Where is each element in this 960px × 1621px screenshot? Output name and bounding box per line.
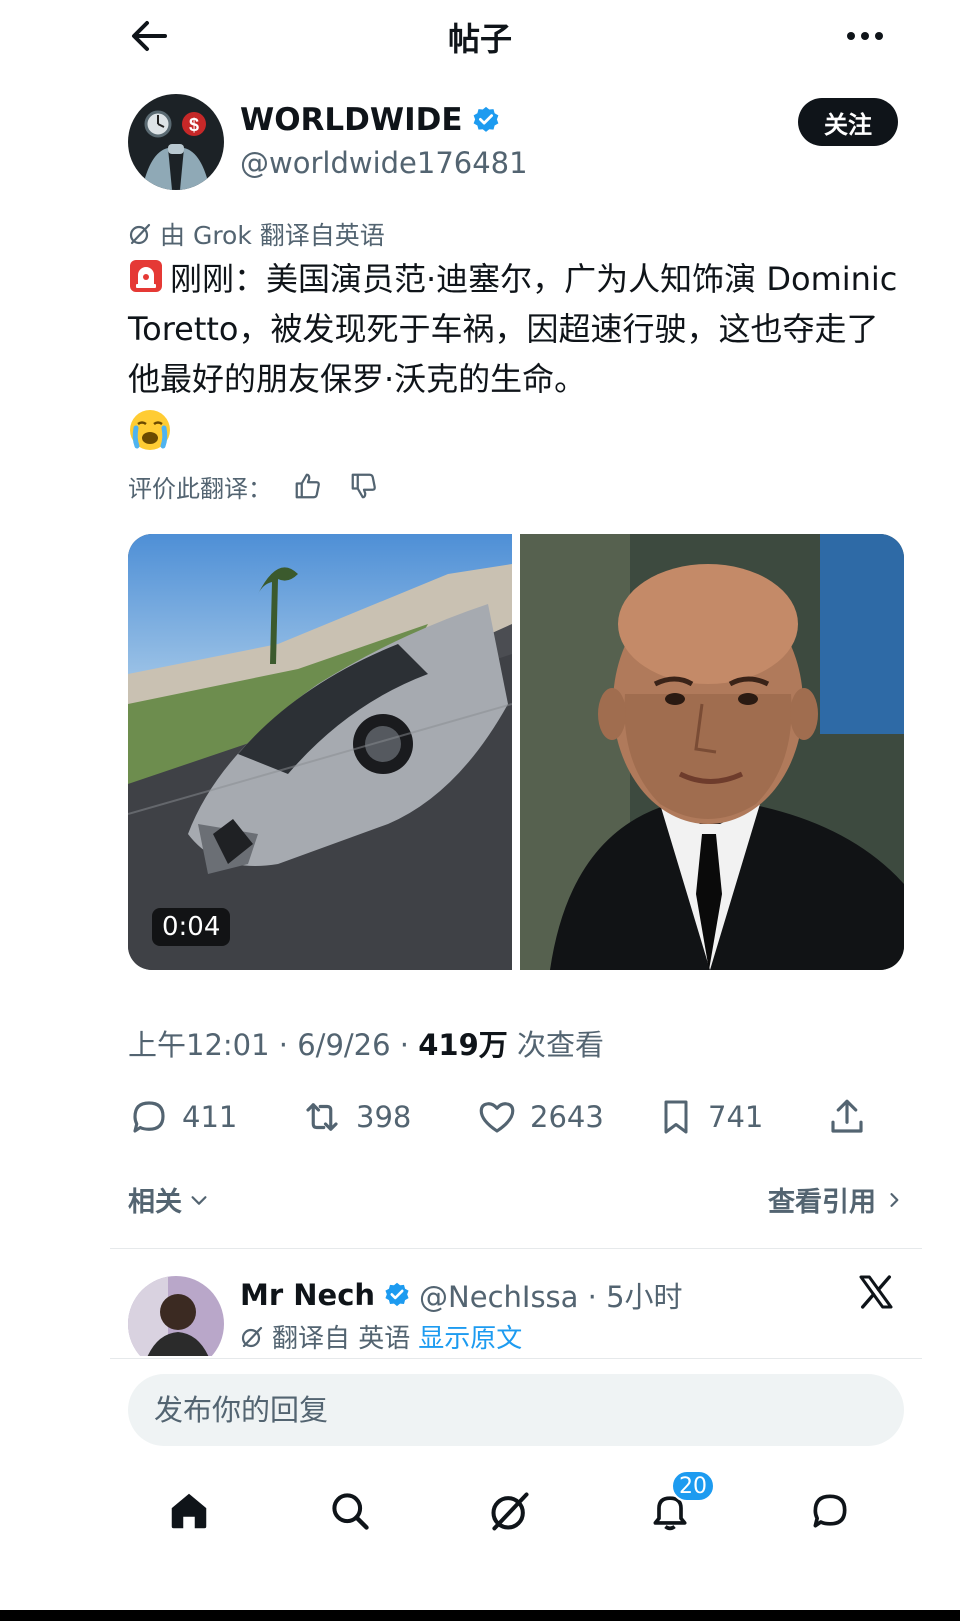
reply-handle: @NechIssa · 5小时 (419, 1280, 683, 1314)
share-button[interactable] (826, 1092, 868, 1142)
author-avatar[interactable]: $ (128, 94, 224, 190)
post-actions: 411 398 2643 741 (128, 1092, 904, 1142)
author-name[interactable]: WORLDWIDE (240, 102, 463, 138)
page-title: 帖子 (447, 20, 512, 58)
view-suffix: 次查看 (507, 1028, 604, 1062)
chevron-down-icon (191, 1195, 207, 1205)
grok-icon (129, 223, 151, 245)
reply-preview[interactable]: Mr Nech @NechIssa · 5小时 翻译自 英语 显示原文 (128, 1268, 904, 1356)
post-author: $ WORLDWIDE @worldwide176481 关注 (128, 94, 898, 194)
related-dropdown[interactable]: 相关 (128, 1180, 210, 1219)
like-button[interactable]: 2643 (476, 1092, 604, 1142)
chevron-right-icon (890, 1192, 899, 1207)
reply-button[interactable]: 411 (128, 1092, 237, 1142)
repost-button[interactable]: 398 (300, 1092, 411, 1142)
reply-head: Mr Nech @NechIssa · 5小时 (240, 1274, 683, 1316)
divider (110, 1358, 922, 1359)
top-bar: 帖子 (0, 0, 960, 72)
repost-count: 398 (356, 1100, 412, 1134)
bottom-nav: 20 (110, 1470, 950, 1546)
messages-icon (813, 1494, 847, 1528)
view-quotes-link[interactable]: 查看引用 (768, 1180, 904, 1219)
thumbs-down-icon (351, 473, 376, 499)
rate-translation: 评价此翻译： (128, 466, 384, 506)
post-text: 刚刚：美国演员范·迪塞尔，广为人知饰演 Dominic Toretto，被发现死… (128, 254, 898, 404)
reply-translation: 翻译自 英语 显示原文 (240, 1318, 522, 1355)
reply-count: 411 (182, 1100, 238, 1134)
nav-notifications[interactable]: 20 (635, 1470, 715, 1546)
reply-input[interactable] (128, 1374, 904, 1446)
translation-notice-text: 由 Grok 翻译自英语 (160, 221, 385, 250)
grok-icon (241, 1326, 263, 1347)
svg-text:$: $ (189, 115, 199, 135)
thumbs-up-icon (295, 473, 320, 499)
follow-button[interactable]: 关注 (798, 98, 898, 146)
crash-video[interactable]: 0:04 (128, 534, 512, 970)
post-meta: 上午12:01 · 6/9/26 · 419万 次查看 (128, 1022, 604, 1064)
verified-icon (473, 106, 498, 132)
view-count: 419万 (418, 1028, 508, 1062)
post-media: 0:04 (128, 534, 904, 970)
like-icon (479, 1102, 515, 1133)
grok-nav-icon (491, 1492, 529, 1531)
notification-badge: 20 (671, 1470, 715, 1502)
related-label: 相关 (128, 1187, 182, 1218)
thumbs-down-button[interactable] (344, 466, 384, 506)
author-handle[interactable]: @worldwide176481 (240, 146, 528, 180)
translation-notice: 由 Grok 翻译自英语 (128, 216, 385, 252)
reply-icon (133, 1101, 165, 1133)
system-bar (0, 1610, 960, 1621)
crying-emoji (128, 408, 172, 452)
bookmark-button[interactable]: 741 (656, 1092, 763, 1142)
share-icon (831, 1099, 863, 1133)
crying-face-icon (130, 410, 170, 450)
thumbs-up-button[interactable] (288, 466, 328, 506)
search-icon (332, 1493, 369, 1530)
more-icon (847, 32, 883, 40)
reply-avatar[interactable] (128, 1276, 224, 1356)
post-time: 上午12:01 · 6/9/26 · (128, 1028, 419, 1062)
x-logo-icon (859, 1275, 893, 1309)
reply-name[interactable]: Mr Nech (240, 1278, 375, 1312)
nav-search[interactable] (315, 1476, 385, 1546)
show-original-link[interactable]: 显示原文 (418, 1318, 522, 1355)
repost-icon (306, 1103, 338, 1131)
video-duration: 0:04 (152, 908, 231, 946)
home-icon (171, 1493, 207, 1529)
bookmark-count: 741 (708, 1100, 764, 1134)
rate-label: 评价此翻译： (128, 474, 272, 503)
reply-translation-text: 翻译自 英语 (272, 1324, 411, 1354)
view-quotes-label: 查看引用 (768, 1187, 876, 1218)
siren-icon (130, 260, 162, 292)
actor-photo[interactable] (520, 534, 904, 970)
verified-icon (385, 1282, 409, 1307)
divider (110, 1248, 922, 1249)
related-row: 相关 查看引用 (128, 1180, 904, 1220)
bookmark-icon (664, 1100, 688, 1134)
nav-home[interactable] (154, 1476, 224, 1546)
post-body: 刚刚：美国演员范·迪塞尔，广为人知饰演 Dominic Toretto，被发现死… (128, 260, 898, 398)
like-count: 2643 (530, 1100, 604, 1134)
nav-grok[interactable] (475, 1476, 545, 1546)
author-name-row: WORLDWIDE (240, 102, 501, 138)
more-button[interactable] (840, 16, 890, 56)
nav-messages[interactable] (795, 1476, 865, 1546)
